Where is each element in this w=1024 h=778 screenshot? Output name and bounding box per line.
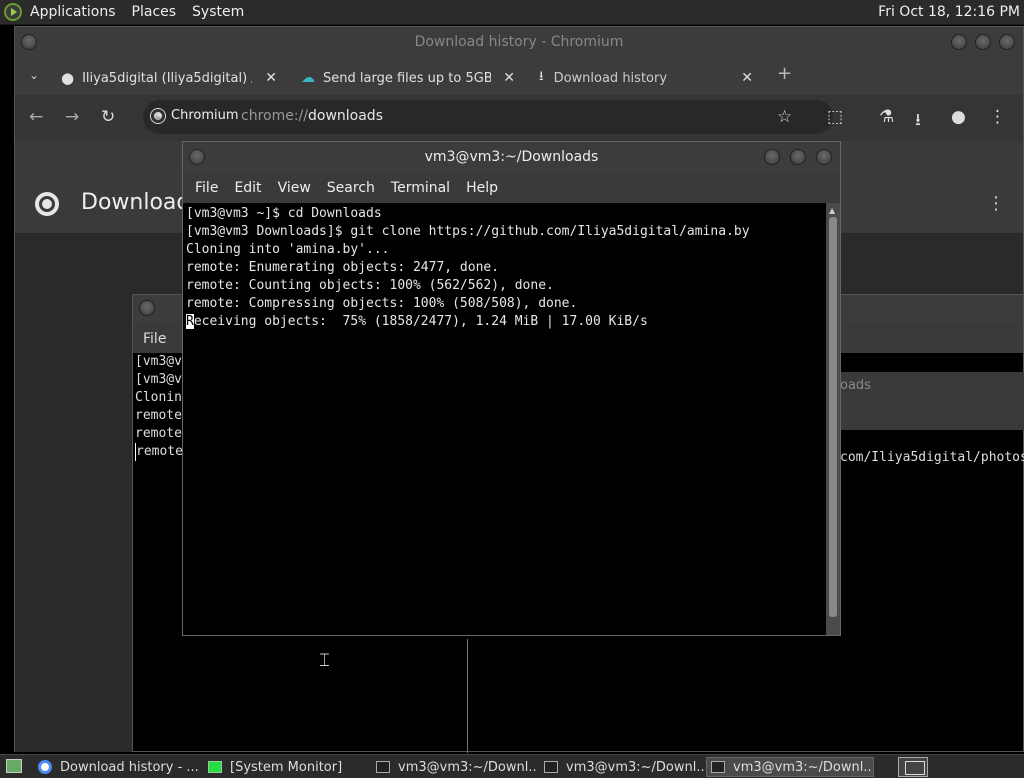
terminal-line: [vm3@vm3 Downloads]$ git clone https://g… xyxy=(186,224,750,239)
terminal-cursor: R xyxy=(186,314,194,329)
system-menu[interactable]: System xyxy=(184,0,252,25)
menu-edit[interactable]: Edit xyxy=(226,180,269,196)
downloads-more-icon[interactable]: ⋮ xyxy=(987,193,1005,214)
new-tab-icon[interactable]: + xyxy=(777,63,792,84)
other-window-titlebar[interactable]: oads xyxy=(826,372,1024,430)
applications-menu[interactable]: Applications xyxy=(0,0,124,25)
minimize-button[interactable] xyxy=(764,149,780,165)
tab-download-history[interactable]: ⭳ Download history ✕ xyxy=(539,61,753,95)
terminal-line: [vm3@vm3 ~]$ cd Downloads xyxy=(186,206,382,221)
url-text: chrome://downloads xyxy=(241,108,383,124)
window-menu-button[interactable] xyxy=(189,149,205,165)
terminal-line: Cloning into 'amina.by'... xyxy=(186,242,390,257)
downloads-icon[interactable]: ⭳ xyxy=(915,107,921,136)
text-cursor-icon: ⌶ xyxy=(319,650,330,671)
taskbar-item-terminal[interactable]: vm3@vm3:~/Downl... xyxy=(540,757,704,777)
taskbar-item-system-monitor[interactable]: [System Monitor] xyxy=(204,757,364,777)
chrome-menu-icon[interactable]: ⋮ xyxy=(989,107,1006,127)
maximize-button[interactable] xyxy=(790,149,806,165)
extensions-icon[interactable]: ⬚ xyxy=(827,107,843,127)
terminal-titlebar[interactable]: vm3@vm3:~/Downloads xyxy=(183,142,840,173)
window-menu-button[interactable] xyxy=(21,34,37,50)
menu-help[interactable]: Help xyxy=(458,180,506,196)
close-tab-icon[interactable]: ✕ xyxy=(503,70,515,86)
window-title: Download history - Chromium xyxy=(414,34,624,50)
tab-send-files[interactable]: ☁ Send large files up to 5GB fo ✕ xyxy=(301,61,515,95)
menu-file[interactable]: File xyxy=(143,331,166,347)
terminal-line: remote: Enumerating objects: 2477, done. xyxy=(186,260,500,275)
menu-view[interactable]: View xyxy=(270,180,319,196)
reload-icon[interactable]: ↻ xyxy=(101,107,115,127)
system-monitor-icon xyxy=(208,761,222,773)
chromium-icon xyxy=(151,108,165,123)
chromium-titlebar[interactable]: Download history - Chromium xyxy=(15,27,1023,57)
taskbar: Download history - ... [System Monitor] … xyxy=(0,754,1024,778)
terminal-line: Receiving objects: 75% (1858/2477), 1.24… xyxy=(186,314,648,329)
download-icon: ⭳ xyxy=(539,69,544,84)
chromium-icon xyxy=(38,760,52,774)
menu-terminal[interactable]: Terminal xyxy=(383,180,458,196)
taskbar-item-terminal[interactable]: vm3@vm3:~/Downl... xyxy=(372,757,536,777)
top-panel: Applications Places System Fri Oct 18, 1… xyxy=(0,0,1024,25)
distro-logo-icon xyxy=(4,3,22,21)
terminal-icon xyxy=(376,761,390,773)
close-button[interactable] xyxy=(999,34,1015,50)
terminal-window[interactable]: vm3@vm3:~/Downloads File Edit View Searc… xyxy=(182,141,841,636)
menu-search[interactable]: Search xyxy=(319,180,383,196)
terminal-scrollbar[interactable]: ▲ xyxy=(826,203,840,635)
taskbar-item-terminal-active[interactable]: vm3@vm3:~/Downl... xyxy=(706,757,874,777)
forward-icon[interactable]: → xyxy=(65,107,79,127)
other-window-text: com/Iliya5digital/photos xyxy=(840,450,1024,465)
cloud-icon: ☁ xyxy=(301,70,315,86)
chrome-logo-icon xyxy=(35,192,59,216)
terminal-title: vm3@vm3:~/Downloads xyxy=(424,149,599,165)
address-bar[interactable]: Chromium chrome://downloads ☆ xyxy=(143,100,833,134)
pane-divider[interactable] xyxy=(467,639,468,753)
github-icon: ● xyxy=(61,69,75,87)
close-tab-icon[interactable]: ✕ xyxy=(265,70,277,86)
places-menu[interactable]: Places xyxy=(124,0,185,25)
tab-search-icon[interactable]: ⌄ xyxy=(29,68,39,82)
close-button[interactable] xyxy=(816,149,832,165)
terminal-line: remote: Compressing objects: 100% (508/5… xyxy=(186,296,578,311)
show-desktop-icon[interactable] xyxy=(6,759,22,773)
labs-flask-icon[interactable]: ⚗ xyxy=(879,107,894,127)
clock[interactable]: Fri Oct 18, 12:16 PM xyxy=(878,0,1020,25)
back-icon[interactable]: ← xyxy=(29,107,43,127)
terminal-icon xyxy=(544,761,558,773)
tab-strip: ⌄ ● Iliya5digital (Iliya5digital) / Re ✕… xyxy=(15,57,1023,95)
terminal-menubar: File Edit View Search Terminal Help xyxy=(183,173,840,203)
maximize-button[interactable] xyxy=(975,34,991,50)
terminal-icon xyxy=(711,761,725,773)
bookmark-star-icon[interactable]: ☆ xyxy=(777,107,792,127)
close-tab-icon[interactable]: ✕ xyxy=(741,70,753,86)
taskbar-item-chromium[interactable]: Download history - ... xyxy=(34,757,198,777)
terminal-line: remote: Counting objects: 100% (562/562)… xyxy=(186,278,554,293)
minimize-button[interactable] xyxy=(951,34,967,50)
menu-file[interactable]: File xyxy=(187,180,226,196)
profile-avatar-icon[interactable]: ● xyxy=(951,107,966,127)
terminal-output[interactable]: [vm3@vm3 ~]$ cd Downloads [vm3@vm3 Downlo… xyxy=(183,203,826,635)
scrollbar-thumb[interactable] xyxy=(829,217,837,617)
tab-github[interactable]: ● Iliya5digital (Iliya5digital) / Re ✕ xyxy=(61,61,277,95)
workspace-switcher[interactable] xyxy=(898,757,928,777)
scroll-up-icon[interactable]: ▲ xyxy=(829,206,835,215)
downloads-title: Download xyxy=(81,190,191,215)
site-info-chip[interactable]: Chromium xyxy=(151,108,239,123)
window-menu-button[interactable] xyxy=(139,300,155,316)
toolbar: ← → ↻ Chromium chrome://downloads ☆ ⬚ ⚗ … xyxy=(15,95,1023,141)
